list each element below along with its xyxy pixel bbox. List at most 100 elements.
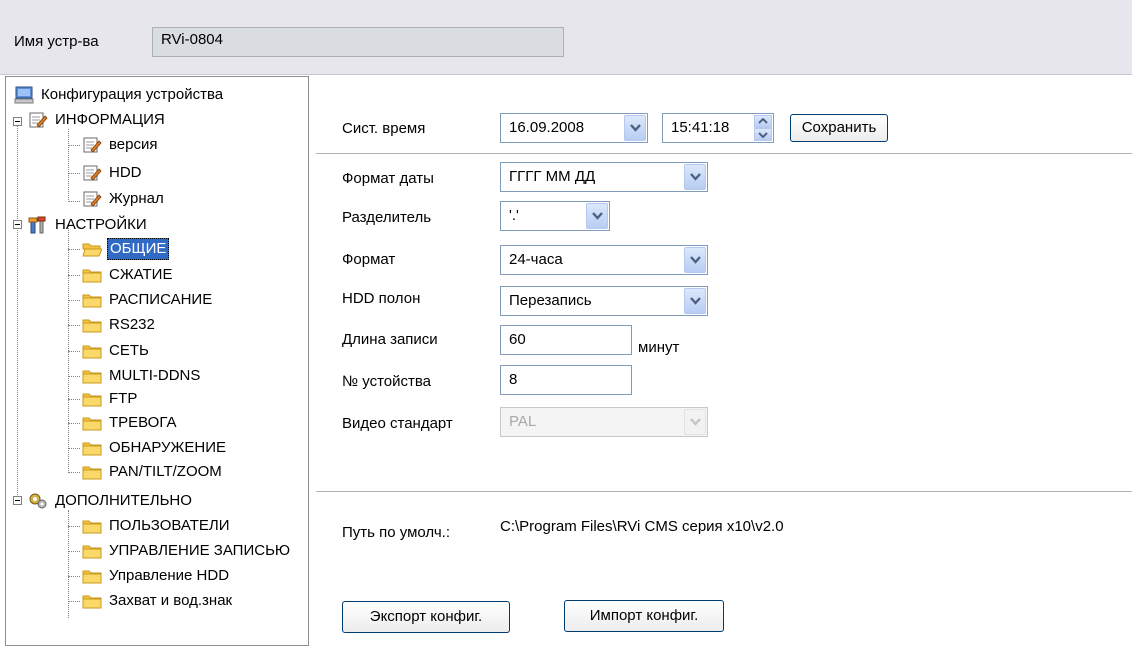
divider [316,153,1132,155]
tree-root[interactable]: Конфигурация устройства [14,83,225,107]
tree-item-hdd-control[interactable]: Управление HDD [82,564,231,588]
tree-item-alarm[interactable]: ТРЕВОГА [82,411,178,435]
chevron-down-icon[interactable] [684,247,706,273]
tree-item-compression[interactable]: СЖАТИЕ [82,263,174,287]
tree-item-label: Управление HDD [109,567,230,584]
tree-item-label: ОБНАРУЖЕНИЕ [109,439,227,456]
system-time-label: Сист. время [342,120,426,137]
tree-item-label: HDD [109,164,142,181]
separator-label: Разделитель [342,209,432,226]
tree-item-label: Журнал [109,190,164,207]
tree-group-settings[interactable]: НАСТРОЙКИ [28,213,149,237]
time-format-select[interactable]: 24-часа [500,245,708,275]
tree-item-ftp[interactable]: FTP [82,387,139,411]
computer-icon [14,86,34,104]
tree-item-journal[interactable]: Журнал [82,187,166,211]
save-time-button[interactable]: Сохранить [790,114,888,142]
tree-item-label: СЖАТИЕ [109,266,173,283]
record-length-input[interactable]: 60 [500,325,632,355]
tree-group-settings-label: НАСТРОЙКИ [55,216,147,233]
tree-item-capture-watermark[interactable]: Захват и вод.знак [82,589,234,613]
tree-item-label: MULTI-DDNS [109,367,201,384]
folder-open-icon [82,240,102,258]
collapse-settings-toggle[interactable] [13,220,22,229]
time-format-label: Формат [342,251,396,268]
tree-item-network[interactable]: СЕТЬ [82,339,151,363]
tree-item-label: ПОЛЬЗОВАТЕЛИ [109,517,230,534]
tree-item-label: FTP [109,390,138,407]
device-number-input[interactable]: 8 [500,365,632,395]
date-format-label: Формат даты [342,170,434,187]
folder-icon [82,439,102,457]
folder-icon [82,316,102,334]
tree-item-label: версия [109,136,158,153]
tree-item-label: Захват и вод.знак [109,592,233,609]
chevron-down-icon[interactable] [624,115,646,141]
config-tree-panel[interactable]: Конфигурация устройства ИНФОРМАЦИЯ верси… [5,76,309,646]
tree-item-version[interactable]: версия [82,133,160,157]
date-format-select[interactable]: ГГГГ ММ ДД [500,162,708,192]
time-value: 15:41:18 [671,119,730,136]
document-edit-icon [28,111,48,129]
hdd-full-select[interactable]: Перезапись [500,286,708,316]
spin-updown-icon[interactable] [754,115,772,141]
folder-icon [82,517,102,535]
document-edit-icon [82,136,102,154]
divider [316,491,1132,493]
video-standard-label: Видео стандарт [342,415,453,432]
tree-item-label: ОБЩИЕ [107,238,170,260]
folder-icon [82,567,102,585]
tree-item-label: РАСПИСАНИЕ [109,291,213,308]
tree-item-hdd[interactable]: HDD [82,161,144,185]
folder-icon [82,291,102,309]
chevron-down-icon[interactable] [586,203,608,229]
folder-icon [82,463,102,481]
chevron-down-icon [684,409,706,435]
tree-item-general[interactable]: ОБЩИЕ [82,237,170,261]
device-name-field: RVi-0804 [152,27,564,57]
tree-group-extra-label: ДОПОЛНИТЕЛЬНО [55,492,192,509]
chevron-down-icon[interactable] [684,288,706,314]
date-picker[interactable]: 16.09.2008 [500,113,648,143]
date-format-value: ГГГГ ММ ДД [509,168,596,185]
folder-icon [82,367,102,385]
document-edit-icon [82,190,102,208]
tree-item-rs232[interactable]: RS232 [82,313,157,337]
date-value: 16.09.2008 [509,119,585,136]
hdd-full-value: Перезапись [509,292,592,309]
tree-item-detection[interactable]: ОБНАРУЖЕНИЕ [82,436,228,460]
video-standard-value: PAL [509,413,537,430]
export-config-button[interactable]: Экспорт конфиг. [342,601,510,633]
device-name-label: Имя устр-ва [14,33,99,50]
time-format-value: 24-часа [509,251,563,268]
folder-icon [82,414,102,432]
folder-icon [82,542,102,560]
tree-item-multi-ddns[interactable]: MULTI-DDNS [82,364,202,388]
folder-icon [82,342,102,360]
import-config-button[interactable]: Импорт конфиг. [564,600,724,632]
time-spinner[interactable]: 15:41:18 [662,113,774,143]
tree-item-ptz[interactable]: PAN/TILT/ZOOM [82,460,224,484]
tree-item-label: СЕТЬ [109,342,149,359]
tree-item-users[interactable]: ПОЛЬЗОВАТЕЛИ [82,514,232,538]
record-length-label: Длина записи [342,331,438,348]
tree-item-label: УПРАВЛЕНИЕ ЗАПИСЬЮ [109,542,291,559]
tree-item-record-control[interactable]: УПРАВЛЕНИЕ ЗАПИСЬЮ [82,539,292,563]
folder-icon [82,266,102,284]
config-tree: Конфигурация устройства ИНФОРМАЦИЯ верси… [6,77,308,645]
tree-item-label: RS232 [109,316,155,333]
default-path-label: Путь по умолч.: [342,524,450,541]
separator-select[interactable]: '.' [500,201,610,231]
folder-icon [82,592,102,610]
tree-root-label: Конфигурация устройства [41,86,224,103]
tree-item-label: ТРЕВОГА [109,414,177,431]
collapse-info-toggle[interactable] [13,117,22,126]
record-length-unit: минут [638,339,680,356]
tree-group-info[interactable]: ИНФОРМАЦИЯ [28,108,167,132]
collapse-extra-toggle[interactable] [13,496,22,505]
tree-item-schedule[interactable]: РАСПИСАНИЕ [82,288,214,312]
chevron-down-icon[interactable] [684,164,706,190]
separator-value: '.' [509,207,519,224]
device-header: Имя устр-ва RVi-0804 [0,0,1132,75]
tree-group-extra[interactable]: ДОПОЛНИТЕЛЬНО [28,489,194,513]
